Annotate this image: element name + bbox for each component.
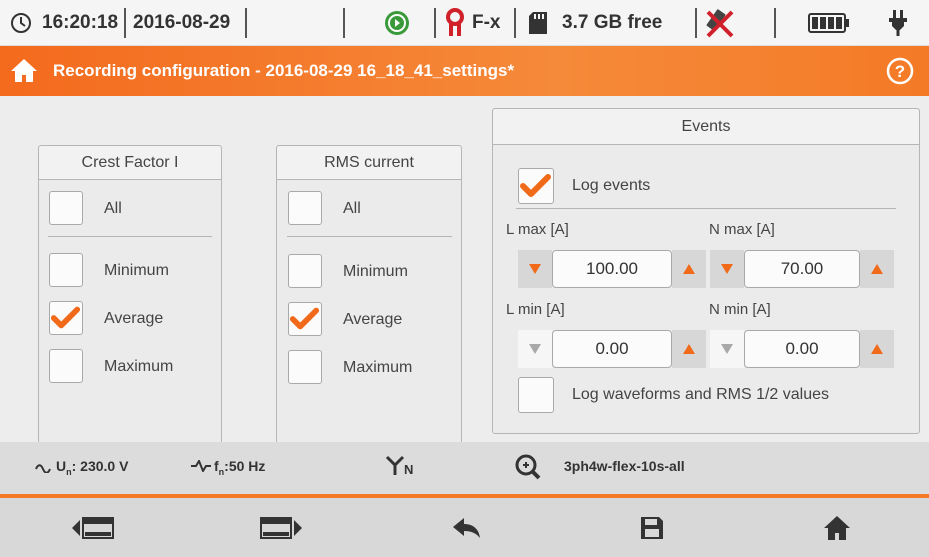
lmin-value[interactable]: 0.00 xyxy=(552,330,672,368)
lmax-decrease-button[interactable] xyxy=(518,250,552,288)
battery-icon xyxy=(808,0,850,46)
rms-average-checkbox[interactable] xyxy=(288,302,322,336)
crest-all-label: All xyxy=(104,200,122,217)
rms-current-panel: RMS current xyxy=(276,145,462,444)
status-date: 2016-08-29 xyxy=(133,12,231,33)
log-events-label: Log events xyxy=(572,177,651,194)
flex-label: F-x xyxy=(472,12,501,33)
rms-minimum-label: Minimum xyxy=(343,263,408,280)
back-arrow-icon xyxy=(453,517,480,538)
lmin-spinner: 0.00 xyxy=(518,330,706,368)
checkmark-icon xyxy=(289,307,320,330)
nmax-increase-button[interactable] xyxy=(860,250,894,288)
crest-average-label: Average xyxy=(104,310,164,327)
page-title: Recording configuration - 2016-08-29 16_… xyxy=(53,61,515,80)
lmin-decrease-button[interactable] xyxy=(518,330,552,368)
nmax-value[interactable]: 70.00 xyxy=(744,250,860,288)
crest-maximum-checkbox[interactable] xyxy=(49,349,83,383)
lmax-increase-button[interactable] xyxy=(672,250,706,288)
nominal-frequency: fn:50 Hz xyxy=(214,458,266,477)
frequency-wave-icon xyxy=(190,458,212,475)
network-wye-icon xyxy=(384,454,406,481)
next-screen-button[interactable] xyxy=(241,498,321,557)
home-icon[interactable] xyxy=(10,57,38,88)
divider xyxy=(48,236,212,237)
nmin-spinner: 0.00 xyxy=(710,330,894,368)
previous-screen-button[interactable] xyxy=(53,498,133,557)
events-title: Events xyxy=(493,109,919,145)
previous-screen-icon xyxy=(72,516,114,539)
home-button[interactable] xyxy=(797,498,877,557)
log-waveforms-label: Log waveforms and RMS 1/2 values xyxy=(572,386,830,403)
log-waveforms-checkbox[interactable] xyxy=(518,377,554,413)
bottom-nav xyxy=(0,498,929,557)
lmin-label: L min [A] xyxy=(506,301,565,318)
crest-minimum-label: Minimum xyxy=(104,262,169,279)
crest-maximum-label: Maximum xyxy=(104,358,174,375)
crest-minimum-checkbox[interactable] xyxy=(49,253,83,287)
lmax-label: L max [A] xyxy=(506,221,569,238)
back-button[interactable] xyxy=(427,498,507,557)
measurement-info-bar: Un: 230.0 V fn:50 Hz N 3ph4w-flex-10s-al… xyxy=(0,442,929,494)
checkmark-icon xyxy=(50,306,81,329)
lmax-value[interactable]: 100.00 xyxy=(552,250,672,288)
sd-card-icon xyxy=(528,0,548,46)
lmax-spinner: 100.00 xyxy=(518,250,706,288)
rms-all-checkbox[interactable] xyxy=(288,191,322,225)
nmin-increase-button[interactable] xyxy=(860,330,894,368)
crest-factor-title: Crest Factor I xyxy=(39,146,221,180)
divider xyxy=(516,208,896,209)
nmax-spinner: 70.00 xyxy=(710,250,894,288)
nmin-value[interactable]: 0.00 xyxy=(744,330,860,368)
configuration-name: 3ph4w-flex-10s-all xyxy=(564,458,685,474)
crest-all-checkbox[interactable] xyxy=(49,191,83,225)
crest-factor-panel: Crest Factor I xyxy=(38,145,222,444)
home-icon xyxy=(824,515,850,540)
next-screen-icon xyxy=(260,516,302,539)
recording-status-icon[interactable] xyxy=(384,0,410,46)
network-n-label: N xyxy=(404,462,414,477)
log-events-checkbox[interactable] xyxy=(518,168,554,204)
divider xyxy=(287,236,452,237)
lmin-increase-button[interactable] xyxy=(672,330,706,368)
flex-clamp-icon xyxy=(445,0,465,46)
rms-current-title: RMS current xyxy=(277,146,461,180)
rms-maximum-label: Maximum xyxy=(343,359,413,376)
usb-disconnected-icon xyxy=(703,0,737,46)
voltage-wave-icon xyxy=(35,460,51,476)
storage-free: 3.7 GB free xyxy=(562,12,663,33)
rms-minimum-checkbox[interactable] xyxy=(288,254,322,288)
checkmark-icon xyxy=(520,174,551,197)
power-plug-icon xyxy=(888,0,908,46)
svg-text:?: ? xyxy=(895,62,905,81)
save-button[interactable] xyxy=(612,498,692,557)
status-time: 16:20:18 xyxy=(42,12,119,33)
nmin-decrease-button[interactable] xyxy=(710,330,744,368)
crest-average-checkbox[interactable] xyxy=(49,301,83,335)
clock-icon xyxy=(10,0,32,46)
main-area: Crest Factor I All Minimum Average Maxim… xyxy=(0,96,929,444)
nmax-label: N max [A] xyxy=(709,221,775,238)
rms-maximum-checkbox[interactable] xyxy=(288,350,322,384)
help-icon[interactable]: ? xyxy=(886,57,914,90)
settings-wrench-icon xyxy=(515,454,541,483)
save-icon xyxy=(641,516,663,539)
rms-all-label: All xyxy=(343,200,361,217)
rms-average-label: Average xyxy=(343,311,403,328)
nmin-label: N min [A] xyxy=(709,301,771,318)
nmax-decrease-button[interactable] xyxy=(710,250,744,288)
status-bar: 16:20:18 2016-08-29 F-x 3.7 GB free xyxy=(0,0,929,46)
nominal-voltage: Un: 230.0 V xyxy=(56,458,129,477)
title-bar: Recording configuration - 2016-08-29 16_… xyxy=(0,46,929,96)
